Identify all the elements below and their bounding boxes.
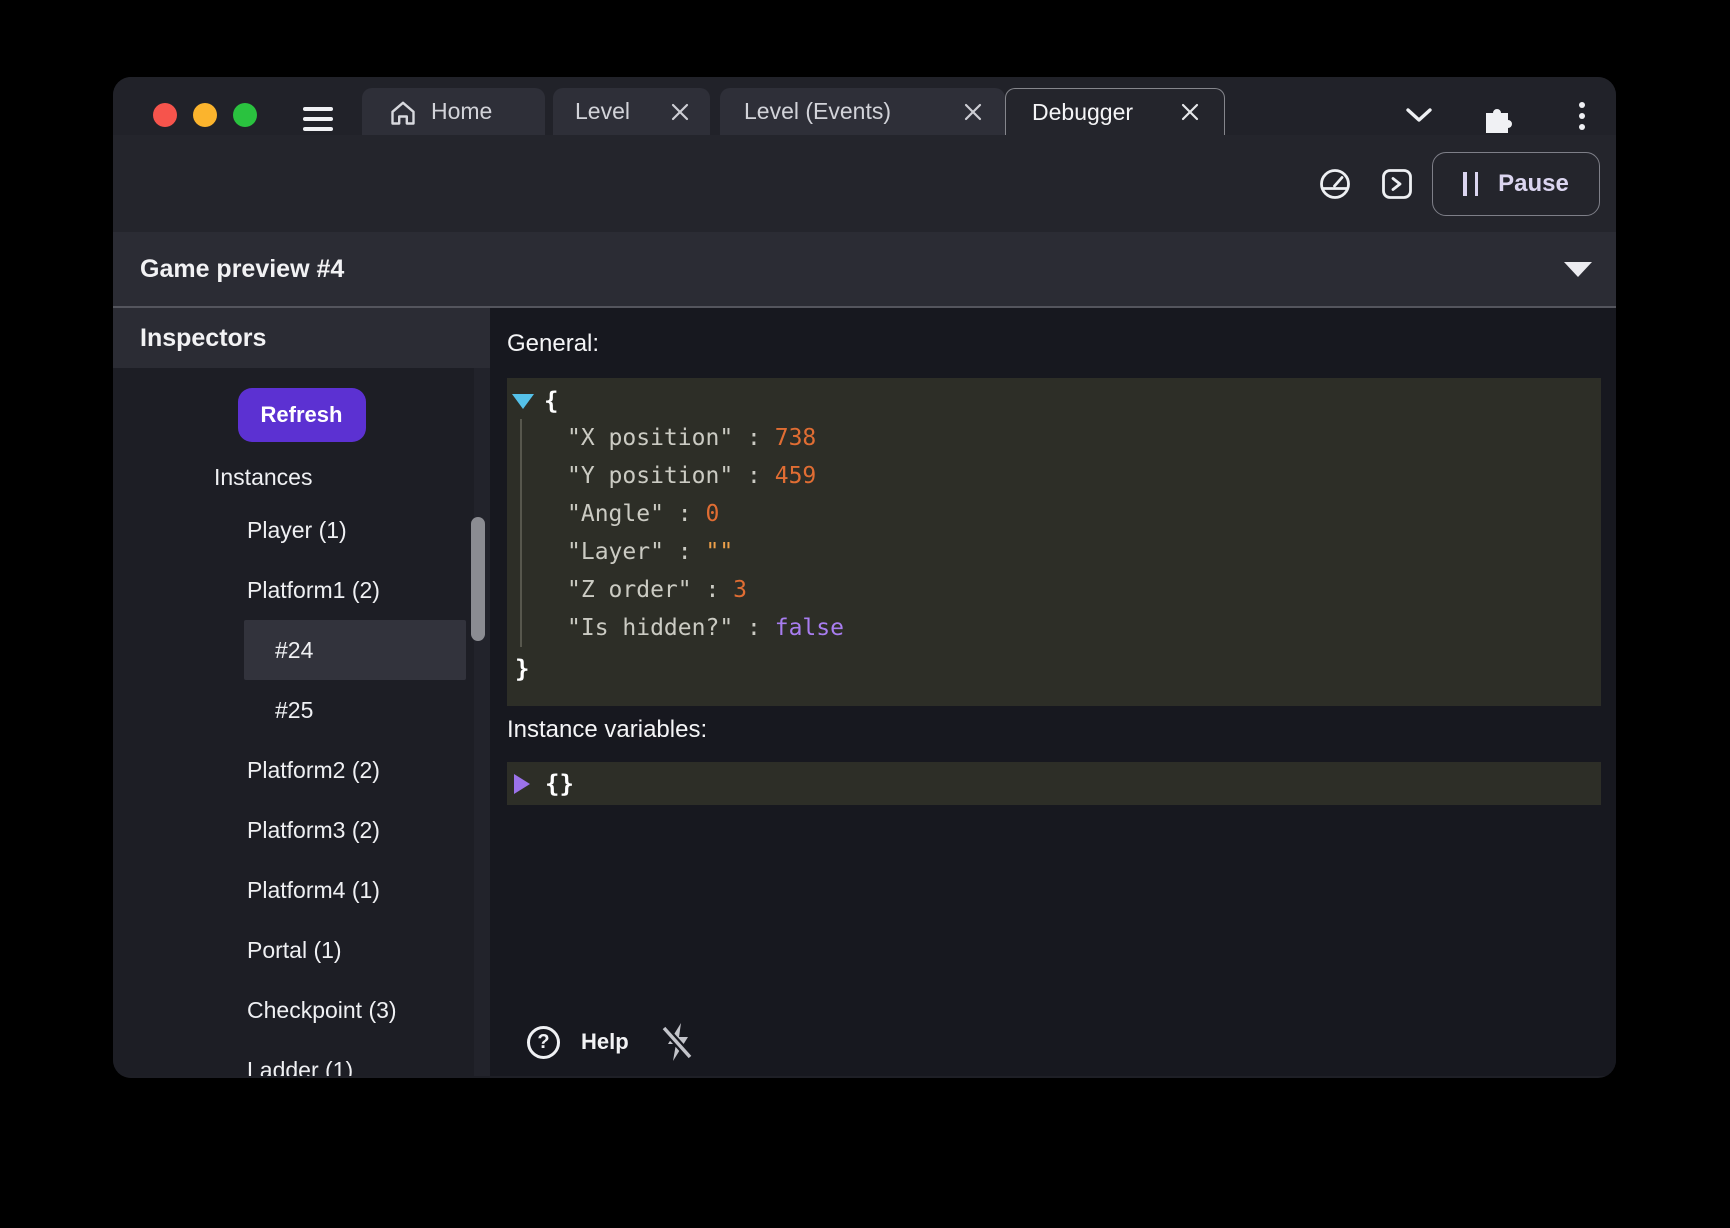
tree-item-instance-25[interactable]: #25 xyxy=(244,680,466,740)
question-circle-icon xyxy=(527,1026,560,1059)
json-entries: "X position" : 738 "Y position" : 459 "A… xyxy=(520,419,1601,647)
debugger-window: Home Level Level (Events) Debugger xyxy=(113,77,1616,1078)
content-area: Inspectors Refresh Instances Player (1) … xyxy=(113,308,1616,1076)
general-section-label: General: xyxy=(507,330,1601,360)
minimize-window-button[interactable] xyxy=(193,103,217,127)
game-preview-selector[interactable]: Game preview #4 xyxy=(113,232,1616,308)
sidebar-title: Inspectors xyxy=(140,324,266,353)
tree-item-instance-24[interactable]: #24 xyxy=(244,620,466,680)
expand-arrow-icon[interactable] xyxy=(514,774,530,794)
json-row-angle: "Angle" : 0 xyxy=(567,495,1601,533)
close-tab-icon[interactable] xyxy=(1180,102,1200,122)
tab-debugger[interactable]: Debugger xyxy=(1005,88,1225,135)
help-button-label: Help xyxy=(581,1029,629,1055)
game-preview-title: Game preview #4 xyxy=(140,255,344,284)
debugger-toolbar: Pause xyxy=(113,135,1616,232)
sidebar-scrollbar-track[interactable] xyxy=(474,368,490,1076)
json-row-x-position: "X position" : 738 xyxy=(567,419,1601,457)
tab-home[interactable]: Home xyxy=(362,88,545,135)
close-tab-icon[interactable] xyxy=(670,102,690,122)
tab-level[interactable]: Level xyxy=(553,88,710,135)
flash-off-icon[interactable] xyxy=(660,1021,696,1063)
extensions-puzzle-icon[interactable] xyxy=(1481,101,1513,133)
sidebar-header: Inspectors xyxy=(113,308,490,368)
help-button[interactable]: Help xyxy=(527,1026,629,1059)
pause-icon xyxy=(1463,172,1478,196)
pause-button[interactable]: Pause xyxy=(1432,152,1600,216)
tree-item-portal[interactable]: Portal (1) xyxy=(244,920,466,980)
variables-collapsed-value: {} xyxy=(545,770,574,798)
json-row-is-hidden: "Is hidden?" : false xyxy=(567,609,1601,647)
json-open-brace: { xyxy=(544,387,558,415)
tab-label: Level (Events) xyxy=(744,98,891,125)
close-window-button[interactable] xyxy=(153,103,177,127)
help-row: Help xyxy=(527,1021,696,1063)
tab-label: Debugger xyxy=(1032,99,1133,126)
tree-item-platform2[interactable]: Platform2 (2) xyxy=(244,740,466,800)
refresh-button[interactable]: Refresh xyxy=(238,388,366,442)
instances-tree-root[interactable]: Instances xyxy=(113,460,490,494)
caret-down-icon xyxy=(1564,262,1592,277)
general-json-viewer: { "X position" : 738 "Y position" : 459 … xyxy=(507,378,1601,706)
tree-item-platform1[interactable]: Platform1 (2) xyxy=(244,560,466,620)
inspector-detail-pane: General: { "X position" : 738 "Y positio… xyxy=(490,308,1616,1076)
console-icon[interactable] xyxy=(1381,168,1413,200)
tab-label: Home xyxy=(431,98,492,125)
pause-button-label: Pause xyxy=(1498,170,1569,198)
json-row-y-position: "Y position" : 459 xyxy=(567,457,1601,495)
sidebar-scrollbar-thumb[interactable] xyxy=(471,517,485,641)
json-close-brace: } xyxy=(515,655,529,683)
instance-variables-json-viewer: {} xyxy=(507,762,1601,805)
maximize-window-button[interactable] xyxy=(233,103,257,127)
tree-item-checkpoint[interactable]: Checkpoint (3) xyxy=(244,980,466,1040)
tree-item-ladder[interactable]: Ladder (1) xyxy=(244,1040,466,1076)
close-tab-icon[interactable] xyxy=(963,102,983,122)
tree-item-player[interactable]: Player (1) xyxy=(244,500,466,560)
instance-variables-label: Instance variables: xyxy=(507,716,1601,744)
json-row-layer: "Layer" : "" xyxy=(567,533,1601,571)
tab-bar: Home Level Level (Events) Debugger xyxy=(362,88,1225,135)
tab-level-events[interactable]: Level (Events) xyxy=(720,88,1005,135)
kebab-menu-icon[interactable] xyxy=(1575,100,1589,132)
tree-item-platform3[interactable]: Platform3 (2) xyxy=(244,800,466,860)
home-icon xyxy=(388,98,418,126)
json-row-z-order: "Z order" : 3 xyxy=(567,571,1601,609)
titlebar: Home Level Level (Events) Debugger xyxy=(113,77,1616,135)
inspectors-sidebar: Inspectors Refresh Instances Player (1) … xyxy=(113,308,490,1076)
tab-label: Level xyxy=(575,98,630,125)
instances-tree: Player (1) Platform1 (2) #24 #25 Platfor… xyxy=(244,500,466,1076)
profiler-gauge-icon[interactable] xyxy=(1317,166,1353,202)
hamburger-menu-icon[interactable] xyxy=(303,107,333,131)
chevron-down-icon[interactable] xyxy=(1406,107,1432,123)
window-controls xyxy=(153,103,257,127)
collapse-arrow-icon[interactable] xyxy=(512,394,534,409)
sidebar-body: Refresh Instances Player (1) Platform1 (… xyxy=(113,368,490,1076)
tree-item-platform4[interactable]: Platform4 (1) xyxy=(244,860,466,920)
